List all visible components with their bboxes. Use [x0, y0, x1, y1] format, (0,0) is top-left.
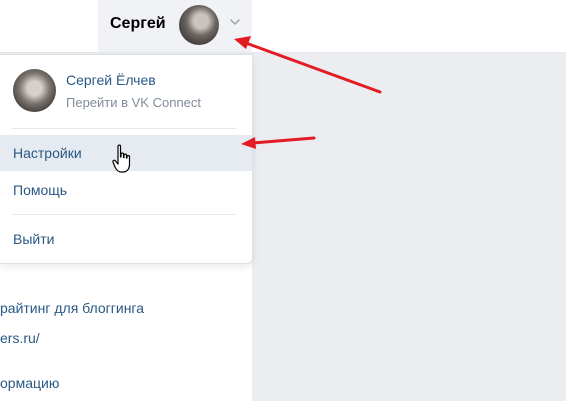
dropdown-divider	[12, 214, 236, 215]
menu-item-help[interactable]: Помощь	[0, 172, 252, 208]
chevron-down-icon[interactable]	[227, 14, 243, 30]
menu-item-logout[interactable]: Выйти	[0, 221, 252, 257]
vk-connect-link[interactable]: Перейти в VK Connect	[66, 95, 201, 110]
header-avatar[interactable]	[179, 5, 219, 45]
hand-pointer-icon	[112, 144, 131, 173]
dropdown-avatar[interactable]	[13, 69, 56, 112]
content-text-line: ормацию	[0, 375, 60, 391]
dropdown-full-name[interactable]: Сергей Ёлчев	[66, 72, 156, 88]
page-content: райтинг для блоггинга ers.ru/ ормацию	[0, 262, 252, 401]
dropdown-divider	[12, 128, 236, 129]
content-text-line: райтинг для блоггинга	[0, 300, 145, 316]
header-user-name[interactable]: Сергей	[110, 15, 166, 33]
content-link[interactable]: ers.ru/	[0, 330, 40, 346]
top-header: Сергей	[0, 0, 566, 53]
